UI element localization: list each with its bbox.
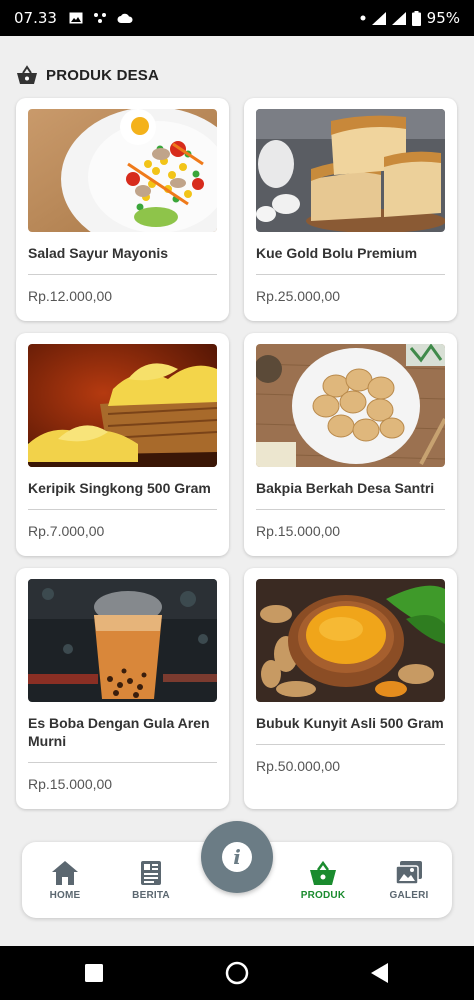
basket-icon [310, 860, 336, 885]
product-image-bakpia [256, 344, 445, 467]
nav-galeri[interactable]: GALERI [374, 860, 444, 901]
wifi-icon [371, 11, 386, 25]
product-image-chips [28, 344, 217, 467]
nav-home[interactable]: HOME [30, 860, 100, 901]
dot-icon [360, 15, 366, 21]
product-card[interactable]: Kue Gold Bolu Premium Rp.25.000,00 [244, 98, 457, 321]
product-price: Rp.50.000,00 [256, 758, 341, 774]
product-name: Keripik Singkong 500 Gram [28, 480, 211, 496]
basket-icon [17, 65, 37, 84]
square-icon [85, 964, 103, 982]
circle-icon [225, 961, 249, 985]
cloud-icon [117, 13, 133, 23]
dots-icon [93, 13, 106, 23]
product-price: Rp.7.000,00 [28, 523, 105, 539]
divider [28, 509, 217, 510]
newspaper-icon [141, 861, 161, 885]
product-price: Rp.15.000,00 [256, 523, 341, 539]
nav-label: HOME [49, 890, 81, 901]
divider [28, 274, 217, 275]
divider [256, 744, 445, 745]
back-button[interactable] [349, 946, 409, 1000]
product-grid: Salad Sayur Mayonis Rp.12.000,00 Kue Gol… [16, 98, 458, 809]
divider [256, 509, 445, 510]
home-icon [52, 861, 78, 885]
nav-label: BERITA [132, 890, 170, 901]
recents-button[interactable] [64, 946, 124, 1000]
info-button[interactable]: i [201, 821, 273, 893]
product-price: Rp.15.000,00 [28, 776, 113, 792]
signal-icon [391, 11, 406, 25]
product-name: Kue Gold Bolu Premium [256, 245, 418, 261]
section-header: PRODUK DESA [16, 62, 159, 88]
nav-produk[interactable]: PRODUK [288, 860, 358, 901]
status-bar: 07.33 95% [0, 0, 474, 36]
nav-berita[interactable]: BERITA [116, 860, 186, 901]
product-card[interactable]: Salad Sayur Mayonis Rp.12.000,00 [16, 98, 229, 321]
nav-label: PRODUK [300, 890, 346, 901]
product-name: Es Boba Dengan Gula Aren Murni [28, 715, 210, 749]
product-name: Salad Sayur Mayonis [28, 245, 169, 261]
battery-icon [411, 10, 421, 26]
divider [28, 762, 217, 763]
product-image-cake [256, 109, 445, 232]
product-card[interactable]: Es Boba Dengan Gula Aren Murni Rp.15.000… [16, 568, 229, 809]
product-card[interactable]: Bubuk Kunyit Asli 500 Gram Rp.50.000,00 [244, 568, 457, 809]
page-title: PRODUK DESA [46, 66, 160, 84]
system-nav-bar [0, 946, 474, 1000]
product-name: Bubuk Kunyit Asli 500 Gram [256, 715, 444, 731]
divider [256, 274, 445, 275]
battery-level: 95% [426, 9, 460, 27]
product-image-turmeric [256, 579, 445, 702]
image-icon [69, 12, 83, 24]
product-card[interactable]: Bakpia Berkah Desa Santri Rp.15.000,00 [244, 333, 457, 556]
product-price: Rp.12.000,00 [28, 288, 113, 304]
status-time: 07.33 [14, 9, 57, 27]
info-icon: i [222, 842, 252, 872]
product-image-boba [28, 579, 217, 702]
nav-label: GALERI [389, 890, 429, 901]
triangle-icon [371, 963, 388, 983]
product-image-salad [28, 109, 217, 232]
product-price: Rp.25.000,00 [256, 288, 341, 304]
home-button[interactable] [207, 946, 267, 1000]
product-card[interactable]: Keripik Singkong 500 Gram Rp.7.000,00 [16, 333, 229, 556]
product-name: Bakpia Berkah Desa Santri [256, 480, 435, 496]
gallery-icon [395, 861, 422, 885]
